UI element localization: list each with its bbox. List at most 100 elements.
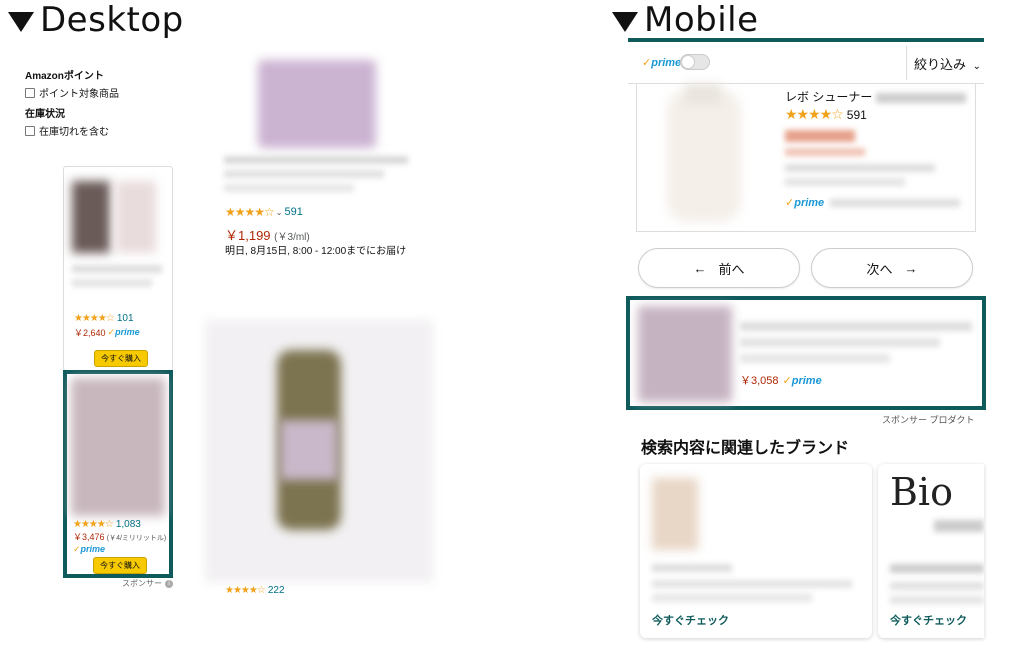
brand-text-blur	[652, 580, 852, 588]
price-row: ￥2,640 ✓prime	[74, 326, 140, 339]
arrow-right-icon: →	[904, 260, 918, 276]
chevron-down-icon[interactable]: ⌄	[276, 208, 283, 217]
mobile-heading-label: Mobile	[644, 0, 759, 40]
main-product-title	[224, 184, 354, 192]
rating-count[interactable]: 101	[117, 313, 134, 324]
main-price: ￥1,199 (￥3/ml)	[225, 225, 310, 244]
filter-heading: Amazonポイント	[25, 71, 104, 82]
buy-now-wrap: 今すぐ購入	[94, 348, 148, 367]
rating: ★★★★☆ 1,083	[73, 519, 141, 530]
filter-option-label: ポイント対象商品	[39, 89, 119, 100]
product-image	[72, 181, 110, 253]
buy-now-button[interactable]: 今すぐ購入	[93, 557, 147, 574]
filter-stock: 在庫状況 在庫切れを含む	[25, 105, 109, 138]
mobile-product-card[interactable]: レボ シューナー ★★★★☆ 591 ✓prime	[636, 84, 976, 232]
brand-text-blur	[934, 520, 984, 532]
product-title-blur	[740, 338, 940, 347]
related-brands-title: 検索内容に関連したブランド	[641, 440, 850, 457]
info-icon[interactable]: i	[165, 579, 173, 588]
main-product-image[interactable]	[258, 60, 376, 148]
product-name-blur	[875, 92, 966, 103]
divider	[906, 46, 907, 80]
unit-price: (￥3/ml)	[274, 232, 310, 243]
brand-text-blur	[652, 564, 732, 572]
prime-label: prime	[651, 57, 682, 69]
price: ￥3,058	[740, 375, 779, 387]
rating-count[interactable]: 222	[268, 585, 285, 595]
filter-option-stock[interactable]: 在庫切れを含む	[25, 123, 109, 138]
product-image	[638, 306, 732, 402]
price: ￥3,476	[73, 532, 105, 542]
price: ￥2,640	[74, 328, 106, 338]
chevron-down-icon: ⌄	[972, 61, 982, 72]
main-product-title	[224, 170, 384, 178]
delivery-blur	[830, 198, 961, 207]
filter-option-label: 在庫切れを含む	[39, 127, 109, 138]
checkbox[interactable]	[25, 87, 35, 98]
sponsored-card-2-highlighted[interactable]: ★★★★☆ 1,083 ￥3,476 (￥4/ミリリットル) ✓prime 今す…	[63, 370, 173, 578]
next-label: 次へ	[866, 261, 893, 277]
prime-badge: ✓prime	[73, 544, 106, 554]
toggle-knob	[682, 56, 694, 68]
sponsored-card-1[interactable]: ★★★★☆ 101 ￥2,640 ✓prime 今すぐ購入	[63, 166, 173, 371]
prev-label: 前へ	[718, 261, 745, 277]
star-rating: ★★★★☆	[73, 519, 114, 530]
prime-label: prime	[80, 544, 106, 554]
price-row: ￥3,476 (￥4/ミリリットル) ✓prime	[73, 532, 171, 555]
prime-label: prime	[791, 374, 822, 387]
product-name-text: レボ シューナー	[785, 90, 873, 104]
brand-card-1[interactable]: 今すぐチェック	[640, 464, 872, 638]
narrow-down-button[interactable]: 絞り込み ⌄	[914, 54, 981, 73]
prime-toggle[interactable]	[680, 54, 710, 70]
prime-label: prime	[794, 197, 825, 209]
prime-badge: ✓prime	[107, 327, 140, 337]
product-price-blur	[785, 148, 865, 156]
filter-heading: 在庫状況	[25, 109, 65, 120]
unit-price: (￥4/ミリリットル)	[106, 535, 167, 542]
main-rating: ★★★★☆ ⌄ 591	[225, 205, 303, 219]
price: ￥1,199	[225, 228, 271, 243]
product-title-blur	[740, 322, 972, 331]
brand-image	[652, 478, 698, 550]
brand-logo-text: Bio	[890, 470, 953, 514]
star-rating: ★★★★☆	[225, 205, 275, 219]
desktop-heading-label: Desktop	[40, 0, 184, 40]
rating-count[interactable]: 1,083	[116, 519, 141, 530]
rating: ★★★★☆ 101	[74, 313, 134, 324]
checkbox[interactable]	[25, 125, 35, 136]
star-rating: ★★★★☆	[785, 106, 844, 122]
prime-filter-label: ✓prime	[642, 57, 682, 69]
check-now-link[interactable]: 今すぐチェック	[652, 612, 729, 628]
product-image	[116, 181, 156, 253]
next-page-button[interactable]: 次へ →	[811, 248, 973, 288]
product-title	[72, 265, 162, 273]
sponsor-tag: スポンサー i	[122, 578, 173, 589]
buy-now-wrap: 今すぐ購入	[93, 555, 147, 574]
sponsor-label: スポンサー	[122, 579, 162, 588]
filter-option-points[interactable]: ポイント対象商品	[25, 85, 119, 100]
check-now-link[interactable]: 今すぐチェック	[890, 612, 967, 628]
product-title-blur	[740, 354, 890, 363]
buy-now-button[interactable]: 今すぐ購入	[94, 350, 148, 367]
product-image-cap	[685, 84, 721, 104]
brand-text-blur	[890, 564, 984, 573]
brand-card-2[interactable]: Bio 今すぐチェック	[878, 464, 984, 638]
mobile-heading: Mobile	[612, 0, 759, 40]
arrow-left-icon: ←	[693, 260, 707, 276]
sponsored-product-label: スポンサー プロダクト	[882, 415, 975, 425]
product-image	[667, 90, 741, 222]
star-rating: ★★★★☆	[225, 585, 266, 595]
product-price-blur	[785, 130, 855, 142]
price-row: ￥3,058 ✓prime	[740, 372, 822, 388]
rating-count[interactable]: 591	[285, 206, 303, 218]
rating-count[interactable]: 591	[847, 108, 867, 122]
mobile-sponsored-product-highlighted[interactable]: ￥3,058 ✓prime	[626, 296, 986, 410]
prime-badge: ✓prime	[785, 197, 825, 209]
main-product-title[interactable]	[224, 156, 408, 164]
delivery-info: 明日, 8月15日, 8:00 - 12:00までにお届け	[225, 246, 407, 257]
triangle-down-icon	[8, 12, 34, 32]
prev-page-button[interactable]: ← 前へ	[638, 248, 800, 288]
product-desc-blur	[785, 178, 905, 186]
product-image	[71, 378, 165, 516]
prime-label: prime	[115, 327, 140, 337]
